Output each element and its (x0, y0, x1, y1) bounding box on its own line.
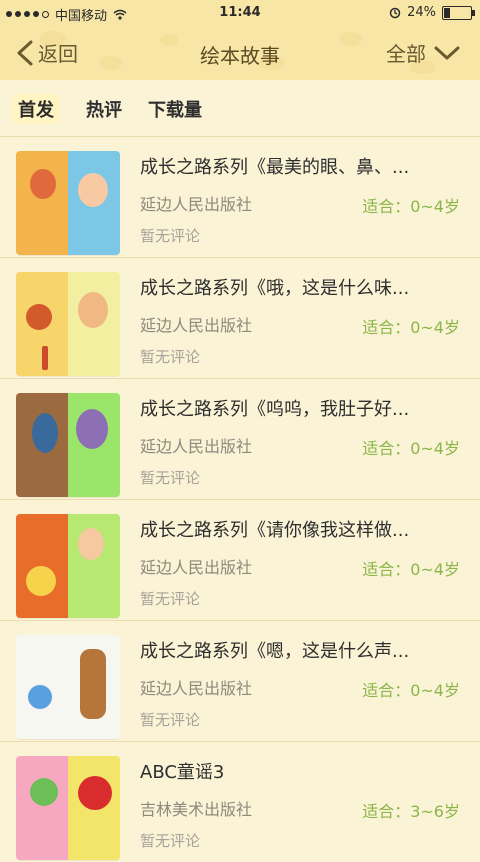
filter-dropdown[interactable]: 全部 (386, 38, 460, 67)
book-title[interactable]: 成长之路系列《嗯，这是什么声... (140, 637, 468, 663)
age-range: 适合：3~6岁 (362, 802, 460, 821)
status-right: 24% (389, 5, 475, 20)
tab-hot-reviews[interactable]: 热评 (86, 96, 122, 122)
nav-bar: 返回 绘本故事 全部 (0, 26, 480, 80)
book-title[interactable]: 成长之路系列《最美的眼、鼻、... (140, 153, 468, 179)
book-cover[interactable] (16, 756, 120, 860)
tab-first-release[interactable]: 首发 (12, 94, 60, 124)
list-item[interactable]: 成长之路系列《哦，这是什么味... 延边人民出版社 暂无评论 适合：0~4岁 (0, 257, 480, 378)
book-cover[interactable] (16, 151, 120, 255)
book-review-count: 暂无评论 (140, 590, 201, 608)
book-cover[interactable] (16, 635, 120, 739)
book-review-count: 暂无评论 (140, 469, 201, 487)
book-list: 成长之路系列《最美的眼、鼻、... 延边人民出版社 暂无评论 适合：0~4岁 成… (0, 136, 480, 862)
book-cover[interactable] (16, 393, 120, 497)
book-review-count: 暂无评论 (140, 227, 201, 245)
status-bar: 中国移动 11:44 24% (0, 0, 480, 26)
age-range: 适合：0~4岁 (362, 318, 460, 337)
age-range: 适合：0~4岁 (362, 681, 460, 700)
book-title[interactable]: 成长之路系列《呜呜，我肚子好... (140, 395, 468, 421)
book-title[interactable]: 成长之路系列《请你像我这样做... (140, 516, 468, 542)
book-title[interactable]: ABC童谣3 (140, 758, 468, 784)
book-cover[interactable] (16, 272, 120, 376)
list-item[interactable]: 成长之路系列《嗯，这是什么声... 延边人民出版社 暂无评论 适合：0~4岁 (0, 620, 480, 741)
sort-tabs: 首发 热评 下载量 (0, 84, 480, 134)
book-review-count: 暂无评论 (140, 711, 201, 729)
age-range: 适合：0~4岁 (362, 560, 460, 579)
book-review-count: 暂无评论 (140, 832, 201, 850)
list-item[interactable]: ABC童谣3 吉林美术出版社 暂无评论 适合：3~6岁 (0, 741, 480, 862)
chevron-down-icon (434, 46, 460, 59)
book-cover[interactable] (16, 514, 120, 618)
list-item[interactable]: 成长之路系列《请你像我这样做... 延边人民出版社 暂无评论 适合：0~4岁 (0, 499, 480, 620)
tab-downloads[interactable]: 下载量 (148, 96, 202, 122)
filter-label: 全部 (386, 42, 426, 66)
book-title[interactable]: 成长之路系列《哦，这是什么味... (140, 274, 468, 300)
list-item[interactable]: 成长之路系列《呜呜，我肚子好... 延边人民出版社 暂无评论 适合：0~4岁 (0, 378, 480, 499)
list-item[interactable]: 成长之路系列《最美的眼、鼻、... 延边人民出版社 暂无评论 适合：0~4岁 (0, 136, 480, 257)
battery-percentage: 24% (407, 5, 436, 20)
age-range: 适合：0~4岁 (362, 439, 460, 458)
age-range: 适合：0~4岁 (362, 197, 460, 216)
battery-icon (442, 5, 475, 20)
book-review-count: 暂无评论 (140, 348, 201, 366)
alarm-icon (389, 7, 401, 18)
